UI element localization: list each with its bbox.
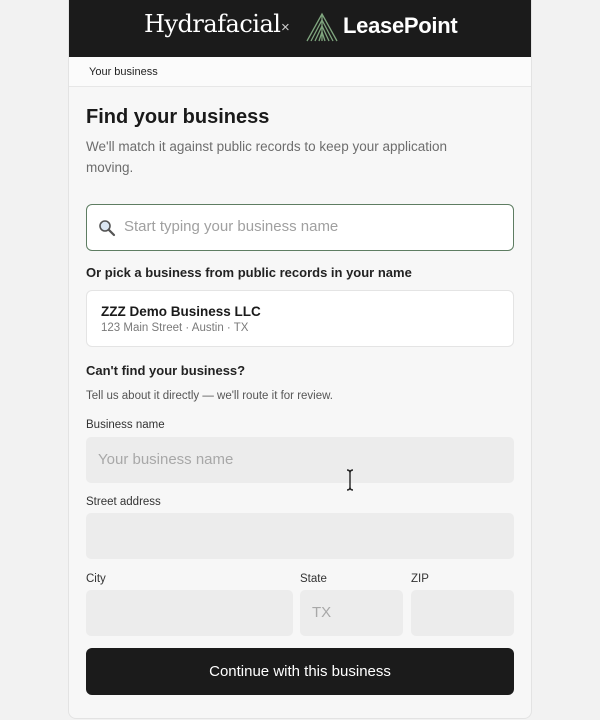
page-subtitle: We'll match it against public records to…: [86, 139, 448, 175]
state-label: State: [300, 573, 327, 585]
business-suggestion-address: 123 Main Street · Austin · TX: [101, 322, 249, 334]
brand-header: Hydrafacial × LeasePoint: [69, 0, 531, 57]
leasepoint-logo: LeasePoint: [343, 13, 458, 38]
zip-field[interactable]: [411, 590, 514, 636]
business-suggestion-name: ZZZ Demo Business LLC: [101, 304, 261, 319]
brand-separator: ×: [281, 19, 290, 36]
zip-label: ZIP: [411, 573, 429, 585]
continue-button[interactable]: Continue with this business: [86, 648, 514, 695]
hydrafacial-logo: Hydrafacial: [144, 10, 281, 38]
street-address-label: Street address: [86, 496, 161, 508]
business-name-field[interactable]: Your business name: [86, 437, 514, 483]
application-card: Hydrafacial × LeasePoint Your business F…: [68, 0, 532, 719]
page-title: Find your business: [86, 106, 270, 128]
public-records-label: Or pick a business from public records i…: [86, 265, 412, 280]
business-name-label: Business name: [86, 419, 165, 431]
breadcrumb-current: Your business: [89, 66, 158, 78]
manual-entry-subheading: Tell us about it directly — we'll route …: [86, 390, 333, 402]
state-field[interactable]: TX: [300, 590, 403, 636]
text-cursor-icon: [346, 469, 354, 491]
city-label: City: [86, 573, 106, 585]
manual-entry-heading: Can't find your business?: [86, 363, 246, 378]
search-placeholder: Start typing your business name: [124, 218, 339, 235]
street-address-field[interactable]: [86, 513, 514, 559]
leasepoint-leaf-icon: [306, 12, 338, 42]
city-field[interactable]: [86, 590, 293, 636]
business-search-input[interactable]: Start typing your business name: [86, 204, 514, 251]
search-icon: [99, 220, 116, 237]
state-placeholder: TX: [312, 604, 332, 621]
business-suggestion[interactable]: ZZZ Demo Business LLC 123 Main Street · …: [86, 290, 514, 347]
breadcrumb: Your business: [69, 57, 531, 87]
business-name-placeholder: Your business name: [98, 451, 234, 468]
